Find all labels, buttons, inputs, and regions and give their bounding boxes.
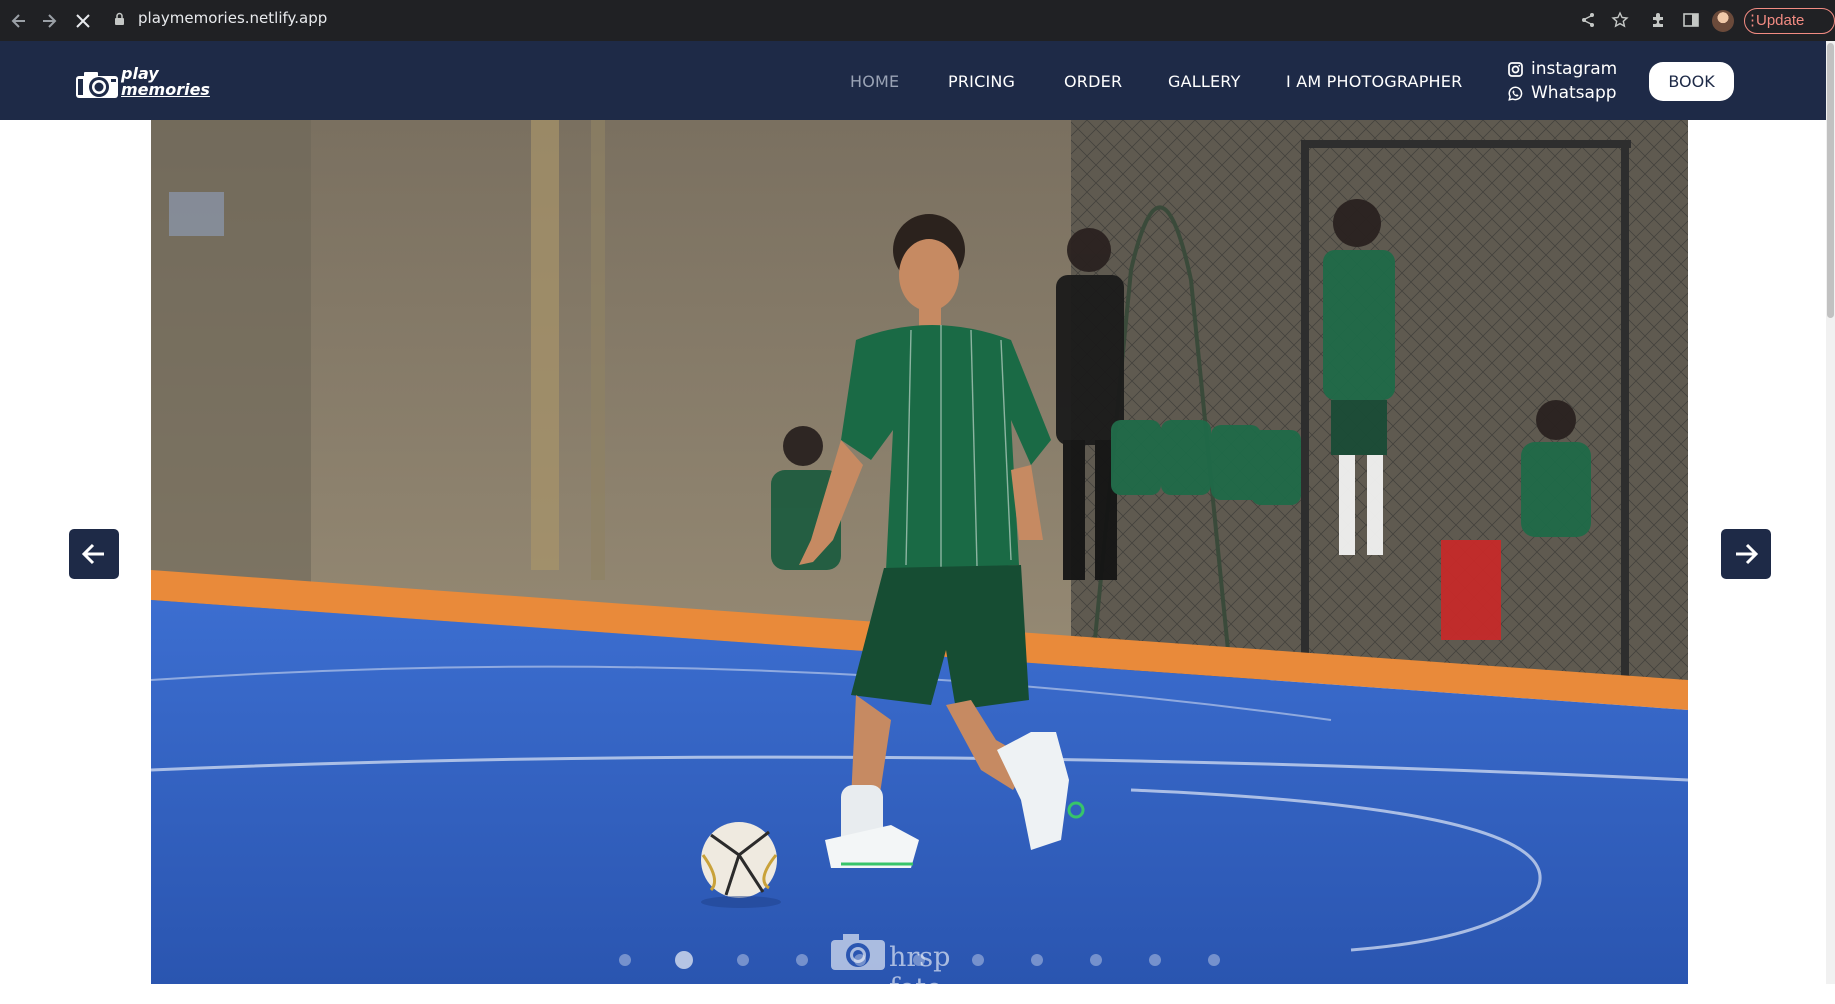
- camera-logo-icon: [76, 72, 118, 98]
- share-icon[interactable]: [1578, 11, 1598, 31]
- page-scrollbar[interactable]: [1826, 41, 1835, 984]
- instagram-icon: [1508, 62, 1523, 77]
- stop-icon[interactable]: [72, 10, 94, 32]
- carousel-dot-3[interactable]: [737, 954, 749, 966]
- carousel-dot-2[interactable]: [675, 951, 693, 969]
- carousel-dot-7[interactable]: [972, 954, 984, 966]
- logo[interactable]: play memories: [75, 63, 210, 101]
- browser-toolbar: playmemories.netlify.app Update ⋮: [0, 0, 1835, 41]
- carousel-dot-4[interactable]: [796, 954, 808, 966]
- carousel-dot-6[interactable]: [913, 954, 925, 966]
- instagram-label: instagram: [1531, 59, 1618, 79]
- carousel-next-button[interactable]: [1721, 529, 1771, 579]
- whatsapp-link[interactable]: Whatsapp: [1508, 81, 1628, 105]
- arrow-right-icon: [1736, 543, 1759, 565]
- nav-order[interactable]: ORDER: [1064, 72, 1122, 92]
- profile-avatar[interactable]: [1712, 10, 1734, 32]
- book-button[interactable]: BOOK: [1649, 62, 1734, 101]
- whatsapp-icon: [1508, 86, 1523, 101]
- back-icon[interactable]: [8, 10, 30, 32]
- lock-icon[interactable]: [114, 12, 125, 26]
- carousel-dot-5[interactable]: [854, 954, 866, 966]
- nav-i-am-photographer[interactable]: I AM PHOTOGRAPHER: [1286, 72, 1462, 92]
- forward-icon[interactable]: [38, 10, 60, 32]
- address-bar[interactable]: playmemories.netlify.app: [138, 9, 327, 27]
- carousel-dot-11[interactable]: [1208, 954, 1220, 966]
- arrow-left-icon: [81, 543, 104, 565]
- futsal-photo: [151, 120, 1688, 984]
- logo-text-memories: memories: [121, 80, 210, 99]
- site-header: play memories HOME PRICING ORDER GALLERY…: [0, 41, 1826, 120]
- nav-gallery[interactable]: GALLERY: [1168, 72, 1241, 92]
- carousel-dot-9[interactable]: [1090, 954, 1102, 966]
- hero-carousel[interactable]: [151, 120, 1688, 984]
- carousel-dot-1[interactable]: [619, 954, 631, 966]
- star-icon[interactable]: [1610, 11, 1630, 31]
- instagram-link[interactable]: instagram: [1508, 57, 1628, 81]
- social-links: instagram Whatsapp: [1508, 57, 1628, 105]
- carousel-indicators: [0, 949, 1835, 969]
- update-button[interactable]: Update ⋮: [1744, 8, 1835, 34]
- nav-pricing[interactable]: PRICING: [948, 72, 1015, 92]
- carousel-dot-8[interactable]: [1031, 954, 1043, 966]
- whatsapp-label: Whatsapp: [1531, 83, 1617, 103]
- extensions-icon[interactable]: [1648, 11, 1668, 31]
- scrollbar-thumb[interactable]: [1827, 43, 1834, 318]
- nav-home[interactable]: HOME: [850, 72, 899, 92]
- menu-icon[interactable]: ⋮: [1745, 9, 1835, 29]
- sidepanel-icon[interactable]: [1681, 11, 1701, 31]
- carousel-prev-button[interactable]: [69, 529, 119, 579]
- carousel-dot-10[interactable]: [1149, 954, 1161, 966]
